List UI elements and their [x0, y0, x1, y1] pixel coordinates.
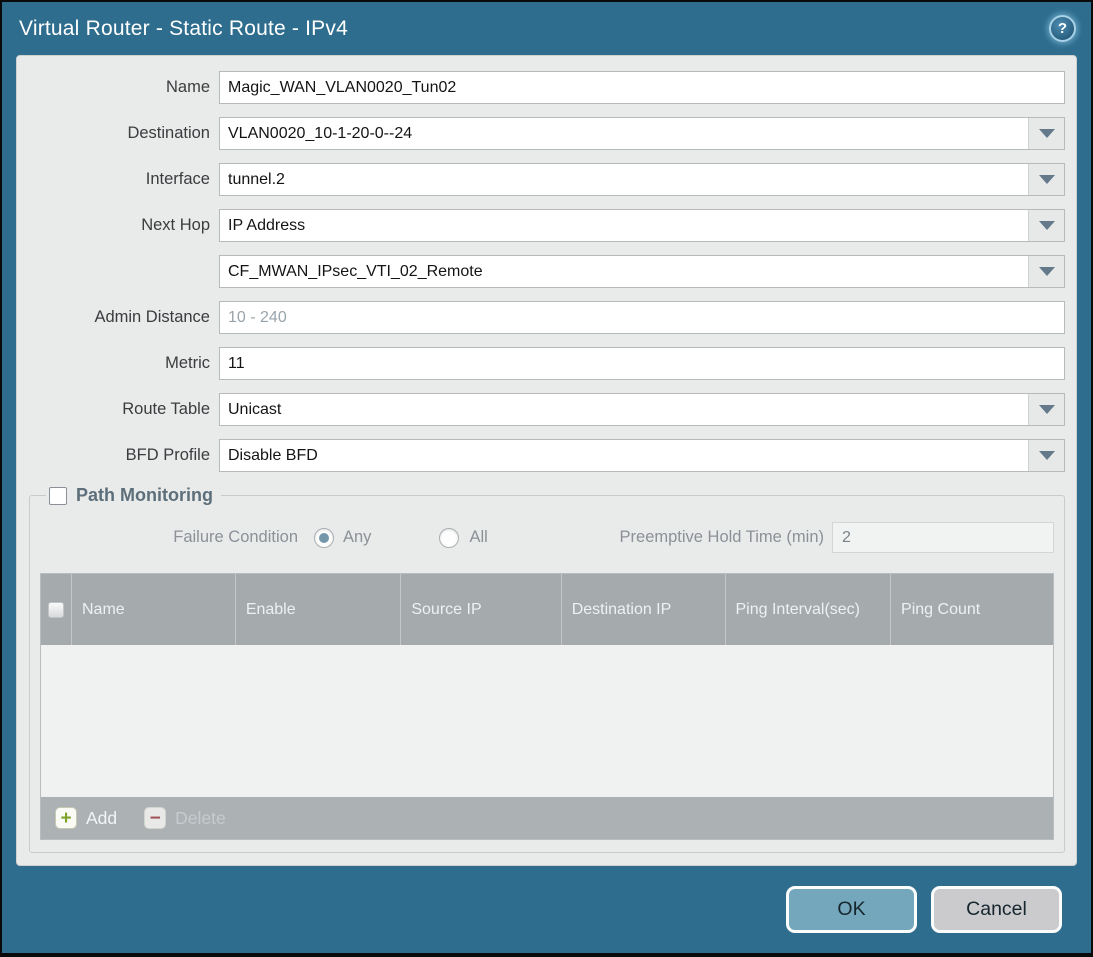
failure-condition-all-label: All: [469, 528, 487, 547]
help-icon[interactable]: ?: [1049, 15, 1076, 42]
failure-condition-any-radio: [314, 528, 334, 548]
bfd-profile-combobox: [219, 439, 1065, 472]
name-label: Name: [17, 78, 219, 97]
metric-input[interactable]: [219, 347, 1065, 380]
preemptive-hold-time-input: [832, 522, 1054, 553]
metric-label: Metric: [17, 354, 219, 373]
route-table-label: Route Table: [17, 400, 219, 419]
next-hop-label: Next Hop: [17, 216, 219, 235]
destination-row: Destination: [17, 117, 1065, 150]
chevron-down-icon: [1039, 175, 1055, 184]
next-hop-dropdown-button[interactable]: [1028, 210, 1064, 241]
next-hop-input[interactable]: [220, 210, 1028, 241]
column-header-ping-count: Ping Count: [890, 574, 1053, 645]
next-hop-address-combobox: [219, 255, 1065, 288]
column-header-enable: Enable: [235, 574, 401, 645]
table-header-row: Name Enable Source IP Destination IP Pin…: [41, 574, 1053, 645]
form-panel: Name Destination Interface: [16, 55, 1077, 866]
path-monitoring-section: Path Monitoring Failure Condition Any Al…: [29, 485, 1065, 853]
next-hop-combobox: [219, 209, 1065, 242]
destination-input[interactable]: [220, 118, 1028, 149]
interface-row: Interface: [17, 163, 1065, 196]
route-table-row: Route Table: [17, 393, 1065, 426]
route-table-input[interactable]: [220, 394, 1028, 425]
select-all-checkbox: [48, 602, 64, 618]
chevron-down-icon: [1039, 221, 1055, 230]
column-header-name: Name: [71, 574, 235, 645]
next-hop-address-row: [17, 255, 1065, 288]
metric-row: Metric: [17, 347, 1065, 380]
path-monitoring-checkbox[interactable]: [49, 487, 67, 505]
path-monitoring-legend: Path Monitoring: [46, 485, 221, 506]
column-header-destination-ip: Destination IP: [561, 574, 725, 645]
path-monitoring-table: Name Enable Source IP Destination IP Pin…: [40, 573, 1054, 840]
plus-icon: +: [55, 807, 77, 829]
admin-distance-label: Admin Distance: [17, 308, 219, 327]
failure-condition-row: Failure Condition Any All Preemptive Hol…: [40, 522, 1054, 553]
bfd-profile-label: BFD Profile: [17, 446, 219, 465]
interface-input[interactable]: [220, 164, 1028, 195]
destination-dropdown-button[interactable]: [1028, 118, 1064, 149]
destination-label: Destination: [17, 124, 219, 143]
bfd-profile-input[interactable]: [220, 440, 1028, 471]
next-hop-address-input[interactable]: [220, 256, 1028, 287]
preemptive-hold-time-group: Preemptive Hold Time (min): [620, 522, 1054, 553]
name-input[interactable]: [219, 71, 1065, 104]
admin-distance-row: Admin Distance: [17, 301, 1065, 334]
chevron-down-icon: [1039, 129, 1055, 138]
column-header-source-ip: Source IP: [400, 574, 560, 645]
static-route-dialog: Virtual Router - Static Route - IPv4 ? N…: [0, 0, 1093, 957]
next-hop-address-dropdown-button[interactable]: [1028, 256, 1064, 287]
route-table-dropdown-button[interactable]: [1028, 394, 1064, 425]
dialog-footer: OK Cancel: [2, 866, 1091, 953]
failure-condition-label: Failure Condition: [40, 528, 298, 547]
chevron-down-icon: [1039, 405, 1055, 414]
chevron-down-icon: [1039, 451, 1055, 460]
table-body-empty: [41, 645, 1053, 797]
interface-label: Interface: [17, 170, 219, 189]
ok-button[interactable]: OK: [786, 886, 917, 933]
destination-combobox: [219, 117, 1065, 150]
add-button-label: Add: [86, 808, 117, 829]
table-toolbar: + Add − Delete: [41, 797, 1053, 839]
preemptive-hold-time-label: Preemptive Hold Time (min): [620, 528, 824, 547]
bfd-profile-row: BFD Profile: [17, 439, 1065, 472]
title-bar: Virtual Router - Static Route - IPv4 ?: [2, 2, 1091, 55]
route-table-combobox: [219, 393, 1065, 426]
delete-button: − Delete: [144, 807, 226, 829]
delete-button-label: Delete: [175, 808, 226, 829]
failure-condition-all-radio: [439, 528, 459, 548]
window-title: Virtual Router - Static Route - IPv4: [19, 17, 348, 41]
minus-icon: −: [144, 807, 166, 829]
column-header-ping-interval: Ping Interval(sec): [725, 574, 891, 645]
chevron-down-icon: [1039, 267, 1055, 276]
name-row: Name: [17, 71, 1065, 104]
interface-combobox: [219, 163, 1065, 196]
path-monitoring-title: Path Monitoring: [76, 485, 213, 506]
failure-condition-any-label: Any: [343, 528, 371, 547]
bfd-profile-dropdown-button[interactable]: [1028, 440, 1064, 471]
cancel-button[interactable]: Cancel: [931, 886, 1062, 933]
add-button[interactable]: + Add: [55, 807, 117, 829]
interface-dropdown-button[interactable]: [1028, 164, 1064, 195]
admin-distance-input[interactable]: [219, 301, 1065, 334]
next-hop-row: Next Hop: [17, 209, 1065, 242]
